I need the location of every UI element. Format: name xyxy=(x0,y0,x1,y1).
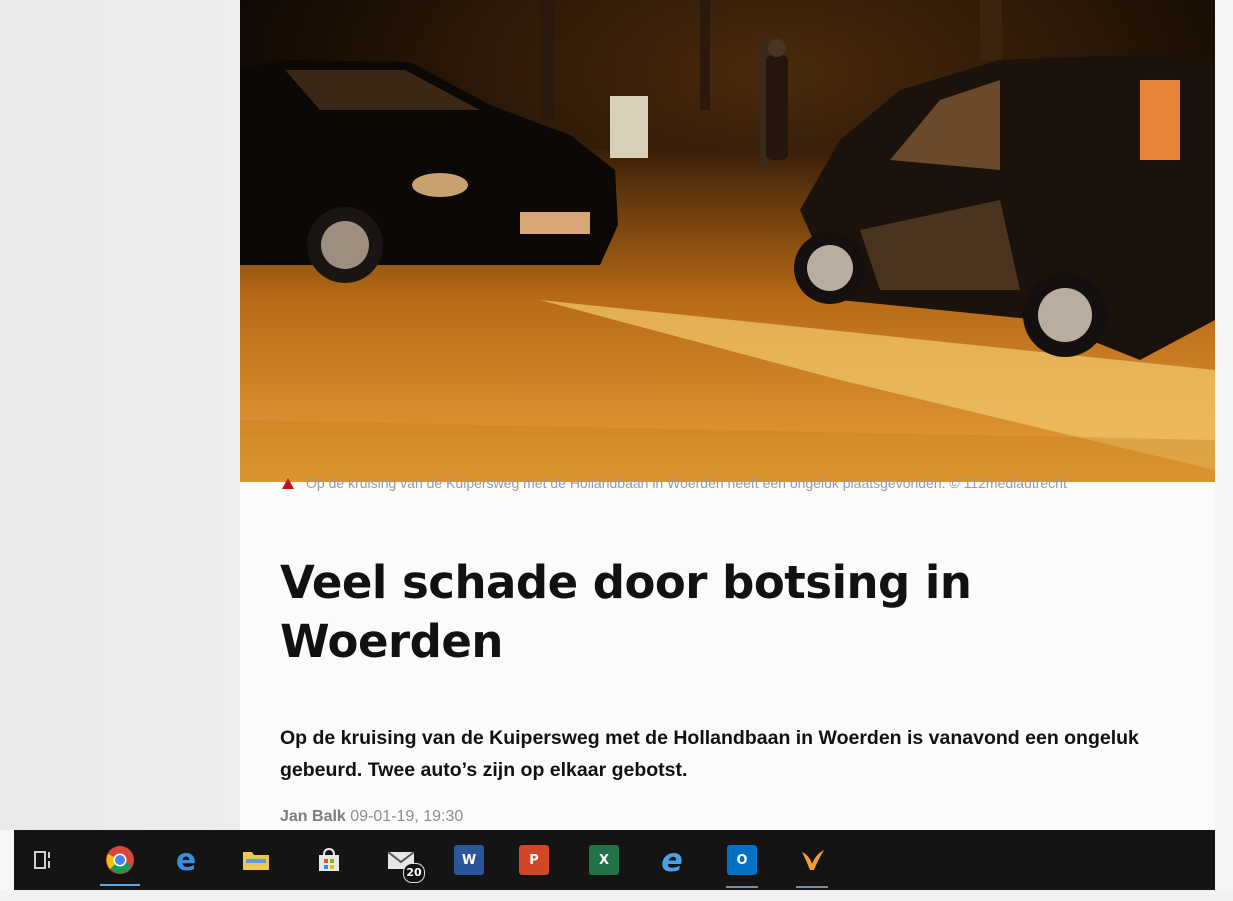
outlook-taskbar-button[interactable]: O xyxy=(712,830,772,890)
edge-icon: e xyxy=(175,842,197,878)
caption-text: Op de kruising van de Kuipersweg met de … xyxy=(306,475,1067,491)
crash-scene-image xyxy=(240,0,1215,482)
task-view-button[interactable] xyxy=(14,830,74,890)
article-headline: Veel schade door botsing in Woerden xyxy=(280,556,972,668)
bird-app-taskbar-button[interactable] xyxy=(782,830,842,890)
byline: Jan Balk 09-01-19, 19:30 xyxy=(280,808,463,826)
screen-bezel-bottom xyxy=(0,890,1233,901)
task-view-icon xyxy=(34,851,50,869)
bird-icon xyxy=(802,850,824,870)
edge-taskbar-button[interactable]: e xyxy=(156,830,216,890)
powerpoint-taskbar-button[interactable]: P xyxy=(504,830,564,890)
chrome-taskbar-button[interactable] xyxy=(90,830,150,890)
photo-caption: Op de kruising van de Kuipersweg met de … xyxy=(282,474,1162,493)
publish-timestamp: 09-01-19, 19:30 xyxy=(350,808,464,825)
caption-triangle-icon xyxy=(282,478,294,489)
chrome-icon xyxy=(106,846,134,874)
word-icon: W xyxy=(454,845,484,875)
ie-icon: e xyxy=(661,841,683,879)
article-lead: Op de kruising van de Kuipersweg met de … xyxy=(280,727,1139,781)
outlook-icon: O xyxy=(727,845,757,875)
article: Op de kruising van de Kuipersweg met de … xyxy=(240,0,1215,830)
author-name[interactable]: Jan Balk xyxy=(280,808,346,825)
file-explorer-taskbar-button[interactable] xyxy=(226,830,286,890)
mail-icon: 20 xyxy=(387,845,425,883)
ie-taskbar-button[interactable]: e xyxy=(642,830,702,890)
screen-bezel-right xyxy=(1215,0,1233,901)
hero-photo xyxy=(240,0,1215,482)
store-icon xyxy=(319,847,339,871)
folder-icon xyxy=(243,852,269,870)
mail-unread-badge: 20 xyxy=(403,863,425,883)
page-left-margin xyxy=(0,0,240,830)
excel-taskbar-button[interactable]: X xyxy=(574,830,634,890)
windows-taskbar: e 20 W P X e O xyxy=(14,830,1215,890)
store-taskbar-button[interactable] xyxy=(299,830,359,890)
excel-icon: X xyxy=(589,845,619,875)
word-taskbar-button[interactable]: W xyxy=(439,830,499,890)
powerpoint-icon: P xyxy=(519,845,549,875)
mail-taskbar-button[interactable]: 20 xyxy=(372,830,432,890)
